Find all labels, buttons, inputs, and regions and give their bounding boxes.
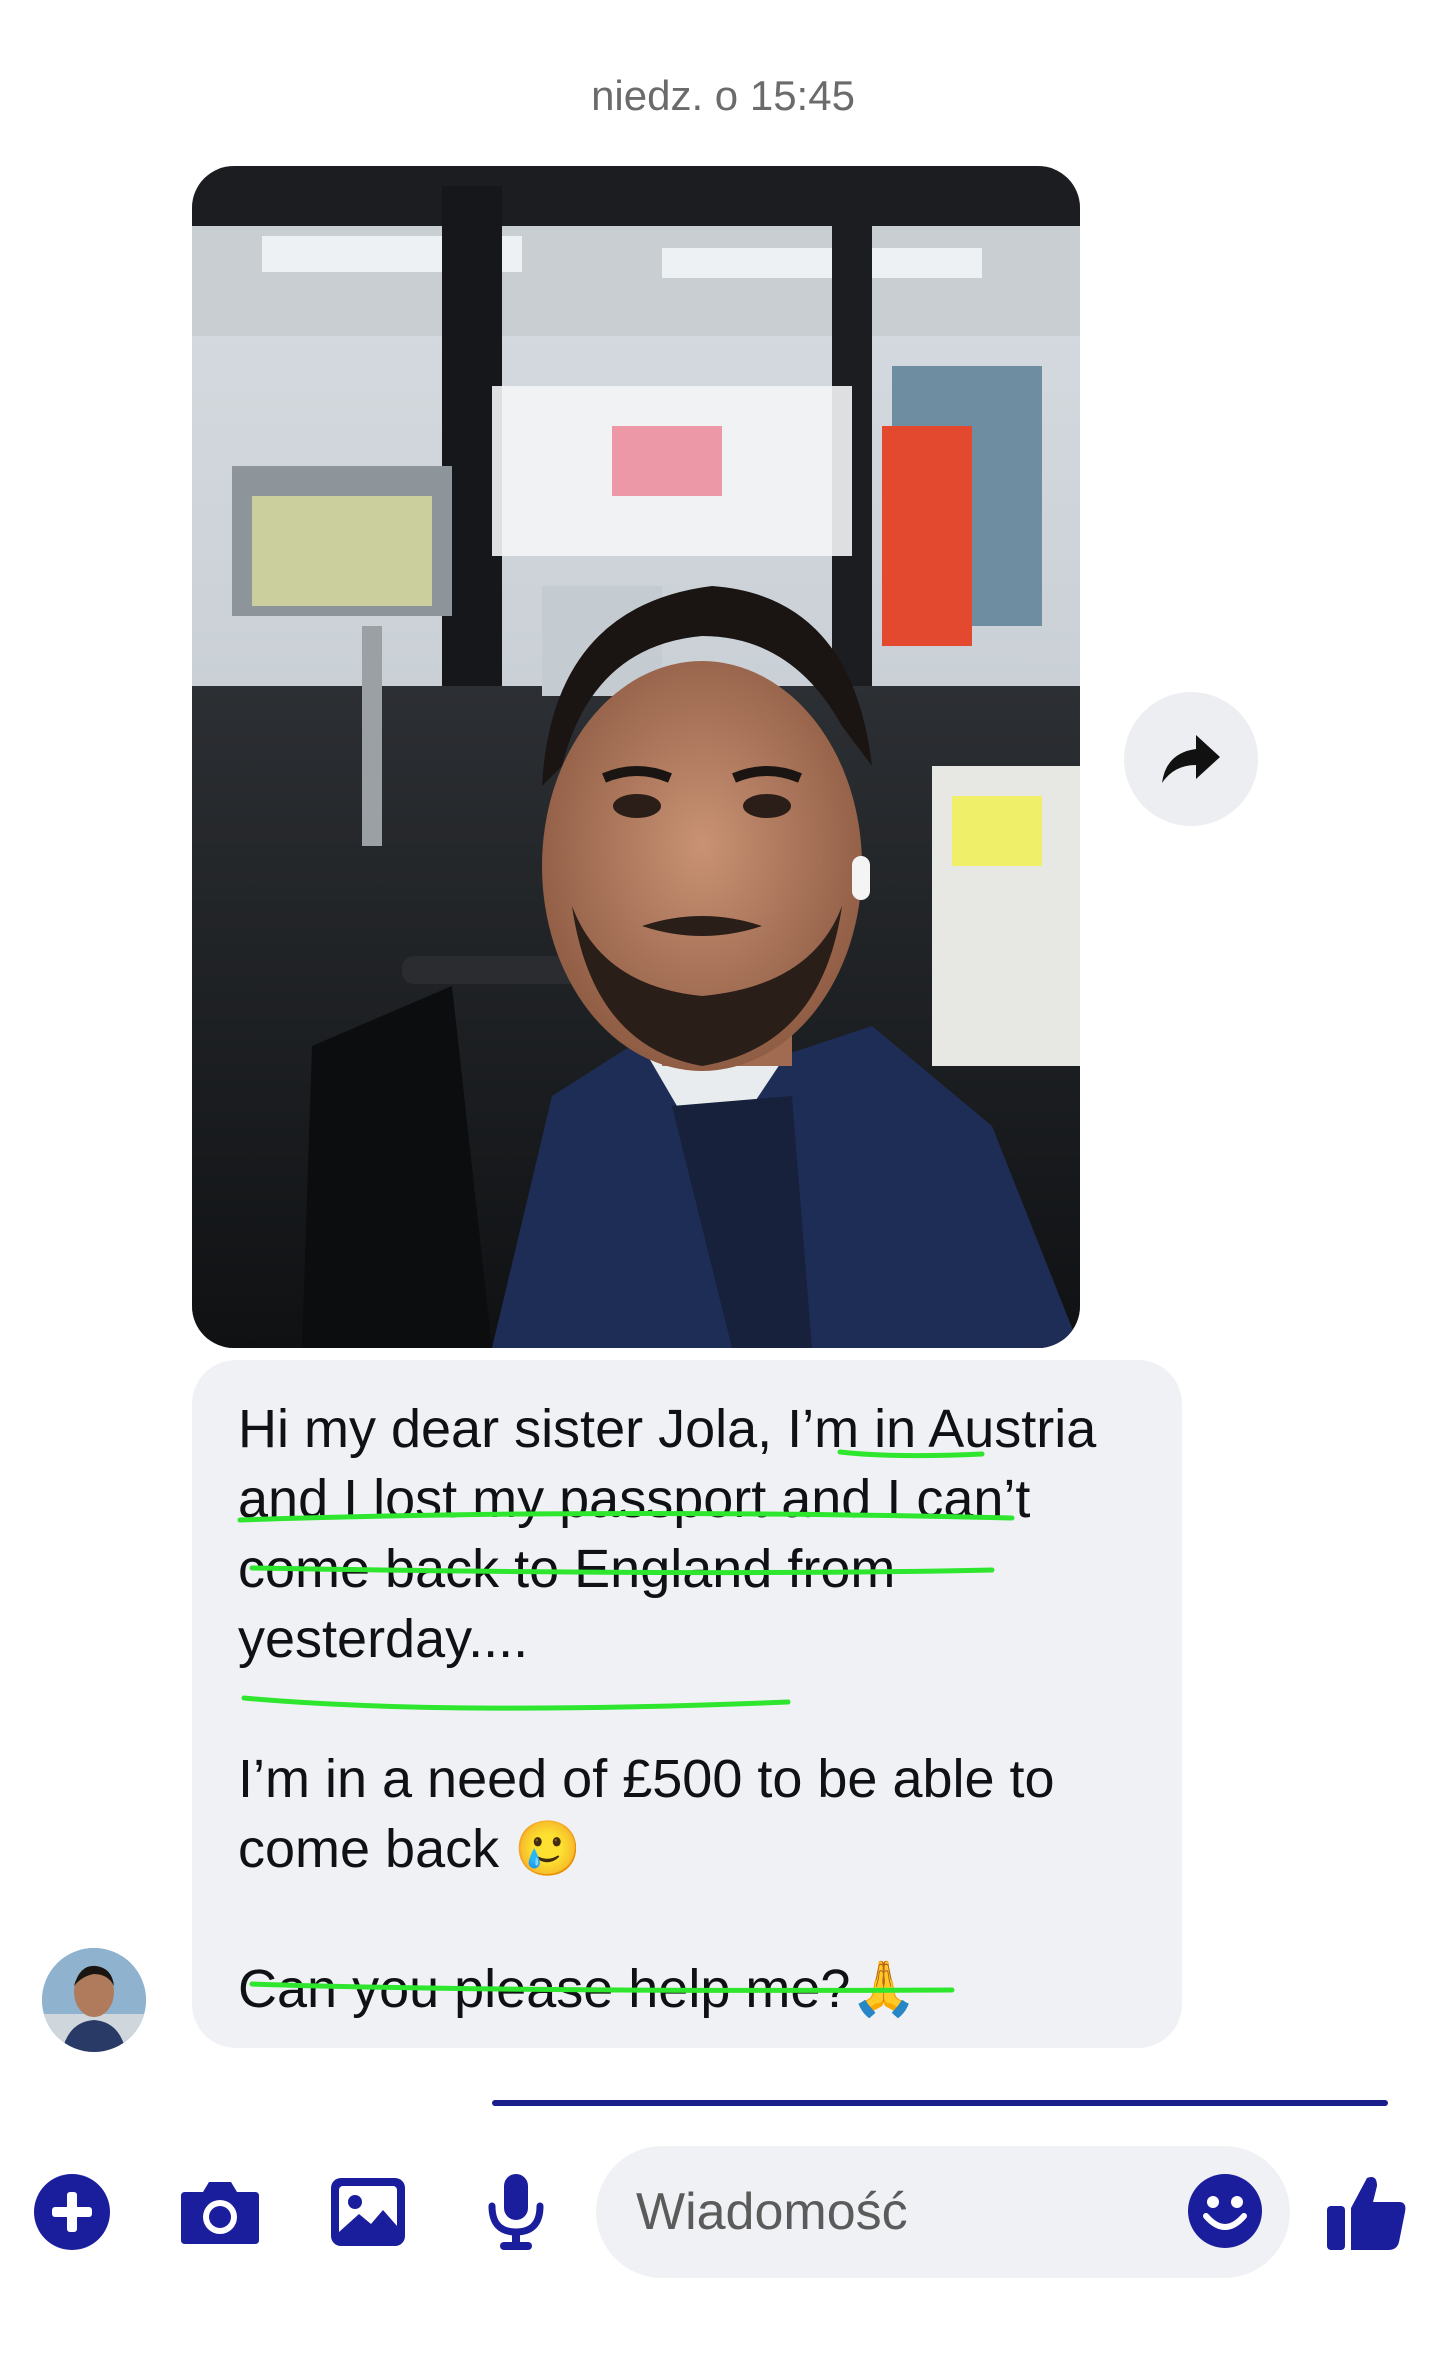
- gallery-button[interactable]: [326, 2170, 410, 2254]
- share-arrow-icon: [1162, 735, 1220, 783]
- message-paragraph: Hi my dear sister Jola, I’m in Austria a…: [238, 1399, 1097, 1669]
- composer-divider: [492, 2100, 1388, 2106]
- like-button[interactable]: [1322, 2170, 1412, 2254]
- share-button[interactable]: [1124, 692, 1258, 826]
- message-bubble[interactable]: Hi my dear sister Jola, I’m in Austria a…: [192, 1360, 1182, 2048]
- composer-bar: [0, 2130, 1446, 2300]
- voice-button[interactable]: [474, 2170, 558, 2254]
- sender-avatar[interactable]: [42, 1948, 146, 2052]
- message-timestamp: niedz. o 15:45: [591, 72, 855, 119]
- message-paragraph: I’m in a need of £500 to be able to come…: [238, 1749, 1055, 1879]
- microphone-icon: [488, 2174, 544, 2250]
- camera-icon: [181, 2182, 259, 2244]
- avatar-image: [42, 1948, 146, 2052]
- selfie-image: [192, 166, 1080, 1348]
- add-button[interactable]: [30, 2170, 114, 2254]
- message-paragraph: Can you please help me?🙏: [238, 1959, 918, 2019]
- thumbs-up-icon: [1327, 2177, 1406, 2250]
- photo-attachment[interactable]: [192, 166, 1080, 1348]
- plus-circle-icon: [34, 2174, 110, 2250]
- smiley-icon: [1188, 2174, 1262, 2248]
- camera-button[interactable]: [178, 2170, 262, 2254]
- image-icon: [331, 2178, 405, 2246]
- emoji-button[interactable]: [1184, 2170, 1266, 2252]
